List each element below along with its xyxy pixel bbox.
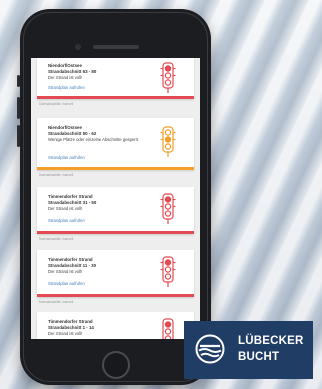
- home-button[interactable]: [102, 351, 130, 379]
- beach-status: Der Strand ist voll!: [48, 331, 83, 336]
- beach-status: Der Strand ist voll!: [48, 206, 83, 211]
- beach-name: Timmendorfer Strand: [48, 257, 93, 262]
- beach-name: Timmendorfer Strand: [48, 319, 93, 324]
- beach-section: Strandabschnitt 50 - 62: [48, 130, 97, 136]
- status-bar-red: [37, 294, 194, 297]
- beach-section: Strandabschnitt 11 - 30: [48, 262, 97, 268]
- beach-name: Timmendorfer Strand: [48, 194, 93, 199]
- beach-section: Strandabschnitt 1 - 14: [48, 324, 94, 330]
- beach-plan-link[interactable]: Strandplan aufrufen: [48, 155, 85, 160]
- traffic-light-icon: [160, 62, 176, 93]
- beach-section: Strandabschnitt 63 - 80: [48, 68, 97, 74]
- earpiece-speaker: [93, 45, 139, 49]
- beach-card[interactable]: Timmendorfer Strand Strandabschnitt 11 -…: [37, 250, 194, 297]
- beach-card[interactable]: Niendorf/Ostsee Strandabschnitt 50 - 62 …: [37, 118, 194, 170]
- volume-up-button: [17, 97, 20, 119]
- beach-card[interactable]: Timmendorfer Strand Strandabschnitt 1 - …: [37, 312, 194, 339]
- traffic-light-icon: [160, 256, 176, 287]
- front-camera: [75, 44, 81, 50]
- beach-status: Der Strand ist voll!: [48, 75, 83, 80]
- beach-status: Der Strand ist voll!: [48, 269, 83, 274]
- data-freshness-note: Datenaktualität: manuell: [39, 173, 74, 177]
- mute-switch: [17, 75, 20, 87]
- beach-card[interactable]: Niendorf/Ostsee Strandabschnitt 63 - 80 …: [37, 58, 194, 99]
- beach-name: Niendorf/Ostsee: [48, 125, 82, 130]
- traffic-light-icon: [160, 193, 176, 224]
- beach-card[interactable]: Timmendorfer Strand Strandabschnitt 31 -…: [37, 187, 194, 234]
- status-bar-red: [37, 231, 194, 234]
- beach-section: Strandabschnitt 31 - 50: [48, 199, 97, 205]
- data-freshness-note: Datenaktualität: manuell: [39, 102, 74, 106]
- volume-down-button: [17, 125, 20, 147]
- beach-name: Niendorf/Ostsee: [48, 63, 82, 68]
- app-screen: Niendorf/Ostsee Strandabschnitt 63 - 80 …: [31, 58, 200, 339]
- logo-text-line2: BUCHT: [238, 351, 280, 363]
- beach-plan-link[interactable]: Strandplan aufrufen: [48, 218, 85, 223]
- logo-text-line1: LÜBECKER: [238, 335, 304, 347]
- status-bar-orange: [37, 167, 194, 170]
- traffic-light-icon: [160, 126, 176, 157]
- brand-logo: LÜBECKER BUCHT: [184, 321, 313, 379]
- data-freshness-note: Datenaktualität: manuell: [39, 237, 74, 241]
- beach-plan-link[interactable]: Strandplan aufrufen: [48, 281, 85, 286]
- status-bar-red: [37, 96, 194, 99]
- traffic-light-icon: [162, 318, 174, 339]
- beach-plan-link[interactable]: Strandplan aufrufen: [48, 85, 85, 90]
- data-freshness-note: Datenaktualität: manuell: [39, 300, 74, 304]
- beach-status: Wenige Plätze oder einzelne Abschnitte g…: [48, 137, 139, 142]
- wave-logo-icon: [195, 334, 225, 364]
